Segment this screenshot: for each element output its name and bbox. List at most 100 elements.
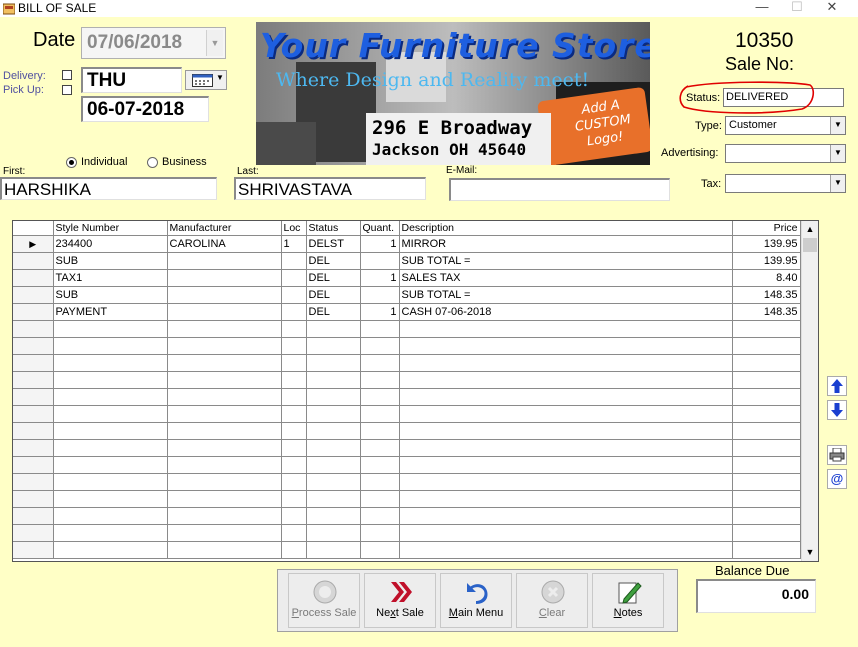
table-cell[interactable] — [167, 507, 282, 525]
table-cell[interactable] — [281, 303, 307, 321]
scroll-down-icon[interactable]: ▼ — [802, 544, 818, 561]
table-cell[interactable] — [167, 303, 282, 321]
table-cell[interactable] — [281, 337, 307, 355]
table-cell[interactable] — [399, 388, 733, 406]
table-cell[interactable] — [53, 354, 168, 372]
row-selector[interactable] — [13, 541, 54, 559]
table-cell[interactable] — [732, 439, 801, 457]
table-cell[interactable] — [732, 320, 801, 338]
table-row[interactable]: PAYMENT DEL 1 CASH 07-06-2018 148.35 — [13, 303, 801, 321]
table-cell[interactable] — [732, 507, 801, 525]
table-cell[interactable] — [281, 422, 307, 440]
table-cell[interactable]: SUB — [53, 252, 168, 270]
advertising-select[interactable]: ▼ — [725, 144, 846, 163]
business-radio[interactable] — [147, 157, 158, 168]
next-sale-button[interactable]: Next Sale — [364, 573, 436, 628]
table-cell[interactable] — [732, 473, 801, 491]
table-cell[interactable] — [281, 286, 307, 304]
chevron-down-icon[interactable]: ▼ — [830, 117, 845, 134]
row-selector[interactable] — [13, 456, 54, 474]
table-cell[interactable] — [306, 388, 361, 406]
row-selector[interactable] — [13, 286, 54, 304]
table-cell[interactable]: CASH 07-06-2018 — [399, 303, 733, 321]
table-cell[interactable] — [281, 439, 307, 457]
table-cell[interactable] — [306, 320, 361, 338]
table-cell[interactable] — [167, 439, 282, 457]
close-button[interactable]: ✕ — [815, 0, 849, 16]
scroll-thumb[interactable] — [803, 238, 817, 252]
table-cell[interactable] — [281, 405, 307, 423]
table-cell[interactable] — [732, 456, 801, 474]
table-cell[interactable] — [281, 354, 307, 372]
chevron-down-icon[interactable]: ▼ — [206, 30, 223, 56]
row-selector[interactable] — [13, 388, 54, 406]
table-cell[interactable] — [53, 439, 168, 457]
table-cell[interactable] — [53, 473, 168, 491]
empty-row[interactable] — [13, 354, 801, 372]
line-items-grid[interactable]: Style Number Manufacturer Loc Status Qua… — [12, 220, 819, 562]
print-button[interactable] — [827, 445, 847, 465]
table-cell[interactable] — [167, 388, 282, 406]
table-cell[interactable] — [281, 541, 307, 559]
table-cell[interactable] — [167, 524, 282, 542]
pickup-checkbox[interactable] — [62, 85, 72, 95]
table-cell[interactable] — [360, 473, 400, 491]
column-header[interactable]: Style Number — [53, 221, 168, 236]
table-cell[interactable] — [360, 252, 400, 270]
table-cell[interactable] — [360, 422, 400, 440]
individual-radio[interactable] — [66, 157, 77, 168]
empty-row[interactable] — [13, 507, 801, 525]
row-selector[interactable] — [13, 490, 54, 508]
grid-scrollbar[interactable]: ▲ ▼ — [801, 221, 818, 561]
row-selector[interactable] — [13, 507, 54, 525]
table-cell[interactable] — [306, 473, 361, 491]
table-cell[interactable] — [53, 405, 168, 423]
table-cell[interactable]: 1 — [360, 269, 400, 287]
table-cell[interactable] — [167, 269, 282, 287]
table-cell[interactable] — [732, 371, 801, 389]
table-cell[interactable] — [53, 388, 168, 406]
table-row[interactable]: ▶ 234400 CAROLINA 1 DELST 1 MIRROR 139.95 — [13, 235, 801, 253]
table-cell[interactable] — [360, 507, 400, 525]
empty-row[interactable] — [13, 320, 801, 338]
table-cell[interactable]: PAYMENT — [53, 303, 168, 321]
date-combo[interactable]: 07/06/2018 ▼ — [81, 27, 226, 59]
table-cell[interactable] — [360, 286, 400, 304]
table-cell[interactable] — [360, 388, 400, 406]
move-down-button[interactable] — [827, 400, 847, 420]
email-field[interactable] — [449, 178, 670, 201]
table-cell[interactable] — [360, 490, 400, 508]
table-cell[interactable] — [167, 320, 282, 338]
table-cell[interactable] — [167, 473, 282, 491]
empty-row[interactable] — [13, 524, 801, 542]
row-selector[interactable] — [13, 405, 54, 423]
table-cell[interactable] — [360, 371, 400, 389]
table-row[interactable]: TAX1 DEL 1 SALES TAX 8.40 — [13, 269, 801, 287]
table-cell[interactable] — [281, 371, 307, 389]
chevron-down-icon[interactable]: ▼ — [830, 175, 845, 192]
table-cell[interactable] — [281, 524, 307, 542]
scroll-up-icon[interactable]: ▲ — [802, 221, 818, 238]
table-cell[interactable] — [306, 490, 361, 508]
row-selector[interactable] — [13, 524, 54, 542]
table-cell[interactable] — [732, 354, 801, 372]
table-cell[interactable] — [306, 456, 361, 474]
empty-row[interactable] — [13, 337, 801, 355]
table-cell[interactable] — [53, 490, 168, 508]
table-cell[interactable] — [167, 405, 282, 423]
table-cell[interactable] — [399, 320, 733, 338]
minimize-button[interactable]: — — [745, 0, 779, 16]
table-cell[interactable]: TAX1 — [53, 269, 168, 287]
table-cell[interactable] — [53, 541, 168, 559]
empty-row[interactable] — [13, 439, 801, 457]
table-cell[interactable]: 1 — [281, 235, 307, 253]
table-cell[interactable] — [306, 405, 361, 423]
calendar-button[interactable]: ▼ — [185, 70, 227, 90]
row-selector[interactable] — [13, 371, 54, 389]
table-cell[interactable] — [399, 422, 733, 440]
empty-row[interactable] — [13, 456, 801, 474]
table-cell[interactable] — [281, 252, 307, 270]
table-cell[interactable] — [399, 473, 733, 491]
table-cell[interactable] — [167, 541, 282, 559]
type-select[interactable]: Customer ▼ — [725, 116, 846, 135]
